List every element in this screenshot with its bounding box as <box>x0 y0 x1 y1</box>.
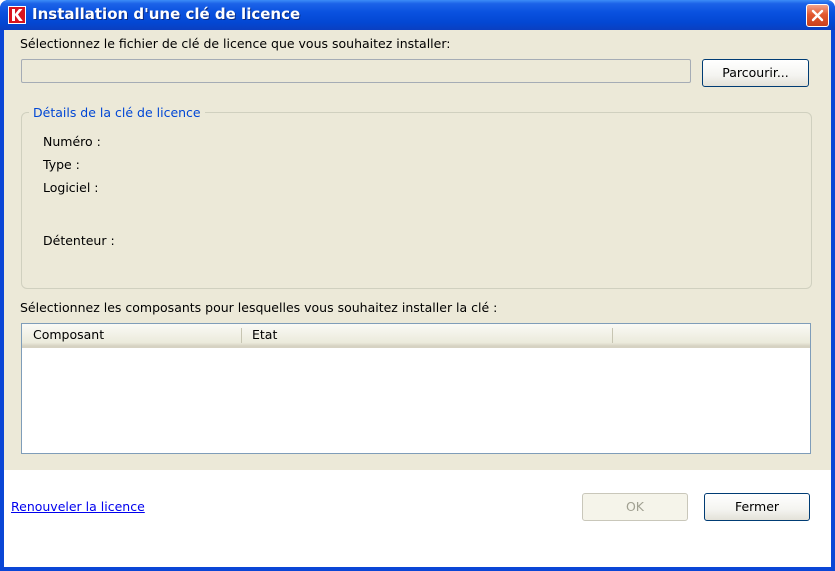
license-type-label: Type : <box>43 157 80 172</box>
license-file-path-input[interactable] <box>21 59 691 83</box>
column-header-status[interactable]: Etat <box>241 324 612 346</box>
browse-button[interactable]: Parcourir... <box>702 59 809 87</box>
column-header-component[interactable]: Composant <box>22 324 241 346</box>
license-number-label: Numéro : <box>43 134 101 149</box>
close-button[interactable]: Fermer <box>704 493 810 521</box>
kaspersky-logo-icon <box>8 6 26 24</box>
license-owner-label: Détenteur : <box>43 233 115 248</box>
components-label: Sélectionnez les composants pour lesquel… <box>20 300 498 315</box>
dialog-footer: Renouveler la licence OK Fermer <box>4 470 831 567</box>
license-software-label: Logiciel : <box>43 180 99 195</box>
license-details-legend: Détails de la clé de licence <box>29 105 205 120</box>
components-list-header: Composant Etat <box>22 324 810 348</box>
renew-license-link[interactable]: Renouveler la licence <box>11 499 145 514</box>
column-header-empty[interactable] <box>612 324 810 346</box>
license-details-group <box>21 112 812 289</box>
window-title: Installation d'une clé de licence <box>32 5 301 23</box>
dialog-window: Installation d'une clé de licence Sélect… <box>0 0 835 571</box>
file-select-label: Sélectionnez le fichier de clé de licenc… <box>20 36 451 51</box>
ok-button[interactable]: OK <box>582 493 688 521</box>
close-icon <box>811 9 824 22</box>
components-list[interactable]: Composant Etat <box>21 323 811 454</box>
title-bar[interactable]: Installation d'une clé de licence <box>0 0 835 30</box>
close-window-button[interactable] <box>806 4 829 27</box>
